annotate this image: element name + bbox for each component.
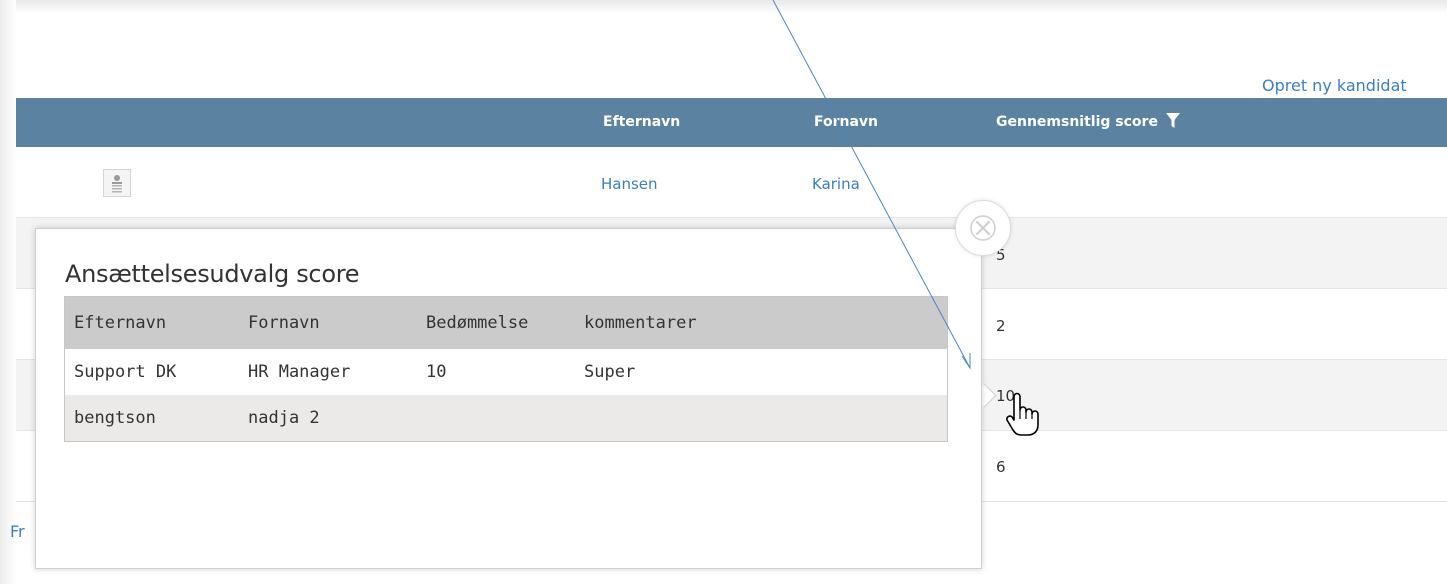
table-row: bengtson nadja 2 — [65, 395, 947, 441]
committee-score-table: Efternavn Fornavn Bedømmelse kommentarer… — [64, 296, 948, 442]
column-header-avg-score[interactable]: Gennemsnitlig score — [996, 98, 1180, 147]
popup-column-lastname: Efternavn — [74, 313, 167, 333]
close-icon — [970, 215, 996, 241]
popup-cell-rating: 10 — [426, 362, 447, 382]
table-row: Hansen Karina — [16, 147, 1447, 218]
cell-lastname[interactable]: Hansen — [601, 175, 658, 193]
cell-avg-score: 6 — [996, 458, 1006, 476]
score-popup: Ansættelsesudvalg score Efternavn Fornav… — [35, 228, 982, 569]
popup-cell-lastname: bengtson — [74, 408, 156, 428]
hand-pointer-icon — [1006, 392, 1039, 436]
window-left-shadow — [0, 0, 16, 584]
popup-cell-firstname: HR Manager — [248, 362, 351, 382]
column-header-avg-score-label: Gennemsnitlig score — [996, 114, 1158, 130]
column-header-firstname[interactable]: Fornavn — [814, 98, 878, 147]
table-row: Support DK HR Manager 10 Super — [65, 349, 947, 395]
popup-title: Ansættelsesudvalg score — [65, 260, 360, 288]
create-candidate-link[interactable]: Opret ny kandidat — [1262, 76, 1407, 95]
popup-column-comments: kommentarer — [584, 313, 697, 333]
popup-column-firstname: Fornavn — [248, 313, 320, 333]
grid-header: Efternavn Fornavn Gennemsnitlig score — [16, 98, 1447, 147]
popup-cell-comments: Super — [584, 362, 636, 382]
popup-column-rating: Bedømmelse — [426, 313, 529, 333]
window-top-shadow — [0, 0, 1447, 14]
truncated-footer-link[interactable]: Fr — [10, 522, 25, 541]
close-popup-button[interactable] — [955, 200, 1011, 256]
person-placeholder-icon[interactable] — [103, 169, 131, 197]
filter-icon[interactable] — [1165, 112, 1180, 129]
column-header-lastname[interactable]: Efternavn — [603, 98, 680, 147]
popup-cell-lastname: Support DK — [74, 362, 177, 382]
popup-cell-firstname: nadja 2 — [248, 408, 320, 428]
cell-firstname[interactable]: Karina — [812, 175, 860, 193]
committee-table-header: Efternavn Fornavn Bedømmelse kommentarer — [65, 297, 947, 349]
cell-avg-score: 2 — [996, 317, 1006, 335]
